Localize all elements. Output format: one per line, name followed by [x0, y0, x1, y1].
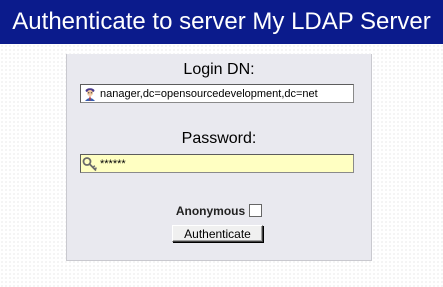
- page-title: Authenticate to server My LDAP Server: [0, 0, 443, 44]
- user-icon: [85, 87, 95, 101]
- key-icon: [82, 156, 98, 171]
- password-input[interactable]: [98, 155, 353, 172]
- password-label: Password:: [181, 130, 257, 147]
- login-dn-label: Login DN:: [183, 61, 255, 78]
- login-dn-input[interactable]: [98, 85, 353, 102]
- anonymous-row: Anonymous: [67, 204, 371, 218]
- authenticate-button[interactable]: Authenticate: [172, 225, 263, 242]
- anonymous-label: Anonymous: [175, 204, 246, 218]
- login-form: Login DN: Password: Anonymous Authentica…: [66, 54, 372, 261]
- anonymous-checkbox[interactable]: [249, 204, 263, 217]
- login-dn-field[interactable]: [80, 84, 354, 103]
- password-field[interactable]: [80, 154, 354, 173]
